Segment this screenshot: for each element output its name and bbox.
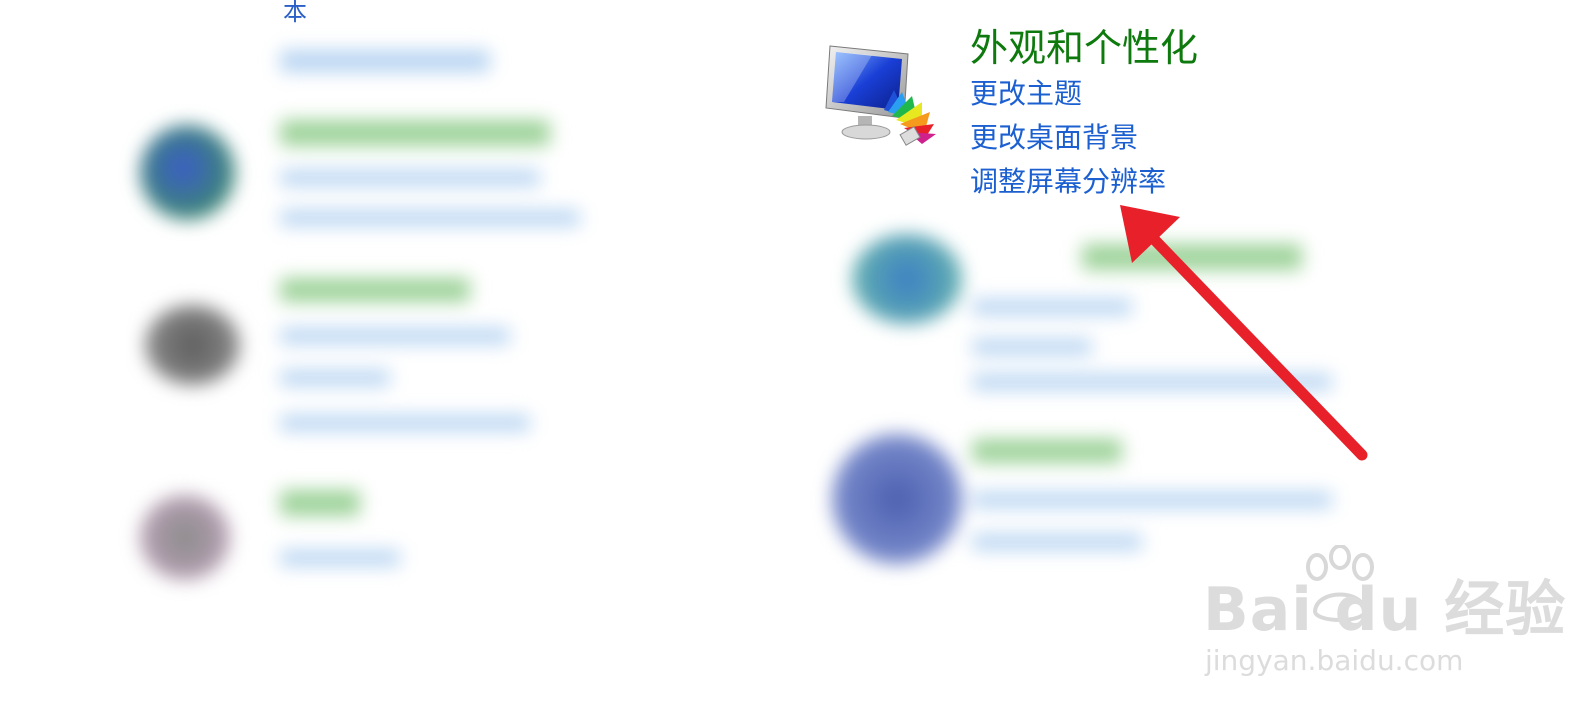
blurred-right-panel — [822, 234, 1362, 584]
blurred-link — [280, 210, 580, 226]
blurred-link — [972, 299, 1132, 315]
blurred-link — [972, 374, 1332, 390]
baidu-jingyan-watermark: Bai du 经验 jingyan.baidu.com — [1195, 545, 1565, 685]
blurred-link — [280, 170, 540, 186]
blurred-icon — [852, 234, 962, 324]
blurred-icon — [140, 495, 230, 580]
section-title-appearance[interactable]: 外观和个性化 — [970, 24, 1198, 72]
blurred-link — [280, 370, 390, 386]
blurred-link — [280, 415, 530, 431]
blurred-icon — [140, 125, 235, 220]
blurred-heading — [280, 490, 360, 516]
change-desktop-background-link[interactable]: 更改桌面背景 — [970, 120, 1138, 156]
adjust-screen-resolution-link[interactable]: 调整屏幕分辨率 — [970, 164, 1166, 200]
blurred-heading — [972, 439, 1122, 463]
monitor-palette-icon[interactable] — [822, 40, 947, 150]
blurred-left-panel — [100, 10, 640, 620]
blurred-link — [972, 339, 1092, 355]
blurred-icon — [832, 434, 962, 564]
blurred-link — [280, 328, 510, 344]
blurred-heading — [280, 278, 470, 302]
change-theme-link[interactable]: 更改主题 — [970, 76, 1082, 112]
blurred-link — [972, 492, 1332, 508]
blurred-heading — [280, 120, 550, 146]
watermark-brand: Bai du 经验 — [1203, 575, 1567, 645]
partial-heading-char: 本 — [283, 0, 307, 26]
blurred-icon — [145, 305, 240, 385]
blurred-link — [280, 550, 400, 566]
blurred-link — [280, 50, 490, 72]
blurred-heading — [1082, 244, 1302, 270]
blurred-link — [972, 534, 1142, 550]
watermark-site: jingyan.baidu.com — [1205, 644, 1464, 677]
